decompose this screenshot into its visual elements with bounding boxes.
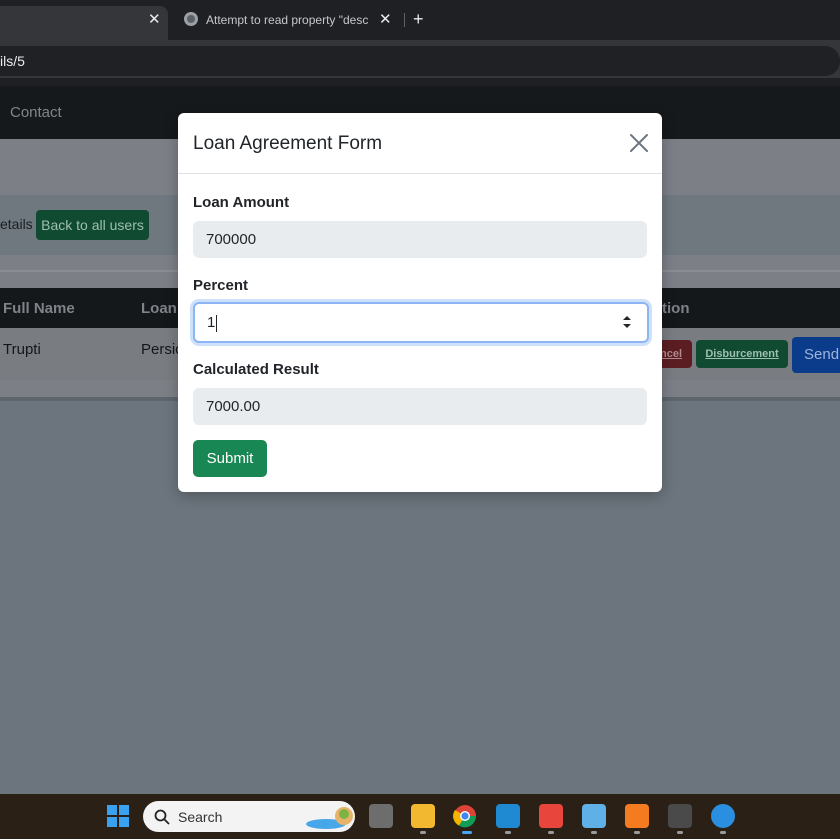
new-tab-icon[interactable]: + bbox=[413, 9, 424, 30]
close-icon[interactable] bbox=[628, 132, 650, 154]
percent-input[interactable]: 1 bbox=[193, 302, 649, 343]
task-view-icon[interactable] bbox=[369, 804, 393, 828]
cell-full-name: Trupti bbox=[3, 341, 41, 358]
send-button[interactable]: Send bbox=[792, 337, 840, 373]
running-indicator bbox=[634, 831, 640, 834]
percent-label: Percent bbox=[193, 277, 249, 294]
search-icon bbox=[154, 809, 170, 825]
column-header-full-name: Full Name bbox=[3, 300, 75, 317]
taskbar-search-label: Search bbox=[178, 809, 223, 825]
loan-amount-label: Loan Amount bbox=[193, 194, 290, 211]
active-tab-close-icon[interactable]: ✕ bbox=[148, 12, 161, 27]
inactive-tab-close-icon[interactable]: ✕ bbox=[379, 12, 392, 27]
modal-header-divider bbox=[178, 173, 662, 174]
active-tab[interactable] bbox=[0, 6, 168, 40]
text-caret bbox=[216, 314, 218, 332]
app-red-icon[interactable] bbox=[539, 804, 563, 828]
calculated-result-label: Calculated Result bbox=[193, 361, 319, 378]
details-heading: etails bbox=[0, 216, 33, 232]
file-explorer-icon[interactable] bbox=[411, 804, 435, 828]
back-to-users-button[interactable]: Back to all users bbox=[36, 210, 149, 240]
disbursement-button[interactable]: Disburcement bbox=[696, 340, 788, 368]
running-indicator bbox=[548, 831, 554, 834]
running-indicator bbox=[420, 831, 426, 834]
address-bar[interactable] bbox=[0, 46, 840, 76]
remote-desktop-icon[interactable] bbox=[711, 804, 735, 828]
chrome-bottom-border bbox=[0, 78, 840, 86]
loan-amount-field[interactable]: 700000 bbox=[193, 221, 647, 258]
inactive-tab-title[interactable]: Attempt to read property "desc bbox=[206, 13, 368, 27]
column-header-action: tion bbox=[662, 300, 690, 317]
running-indicator bbox=[677, 831, 683, 834]
active-indicator bbox=[462, 831, 472, 834]
running-indicator bbox=[591, 831, 597, 834]
xampp-icon[interactable] bbox=[625, 804, 649, 828]
vscode-icon[interactable] bbox=[496, 804, 520, 828]
column-header-loan: Loan bbox=[141, 300, 177, 317]
percent-input-value: 1 bbox=[207, 314, 216, 331]
address-bar-text: ils/5 bbox=[0, 53, 25, 69]
chrome-icon[interactable] bbox=[453, 804, 477, 828]
windows-start-icon[interactable] bbox=[107, 805, 129, 827]
calculated-result-field: 7000.00 bbox=[193, 388, 647, 425]
sublime-text-icon[interactable] bbox=[668, 804, 692, 828]
notepad-icon[interactable] bbox=[582, 804, 606, 828]
modal-title: Loan Agreement Form bbox=[193, 133, 383, 154]
search-highlight-icon bbox=[306, 807, 353, 829]
running-indicator bbox=[505, 831, 511, 834]
nav-link-contact[interactable]: Contact bbox=[10, 104, 62, 121]
number-spinner-icon[interactable] bbox=[621, 314, 633, 330]
submit-button[interactable]: Submit bbox=[193, 440, 267, 477]
globe-icon bbox=[184, 12, 198, 26]
running-indicator bbox=[720, 831, 726, 834]
cell-loan: Persic bbox=[141, 341, 183, 358]
tab-separator bbox=[404, 13, 405, 27]
